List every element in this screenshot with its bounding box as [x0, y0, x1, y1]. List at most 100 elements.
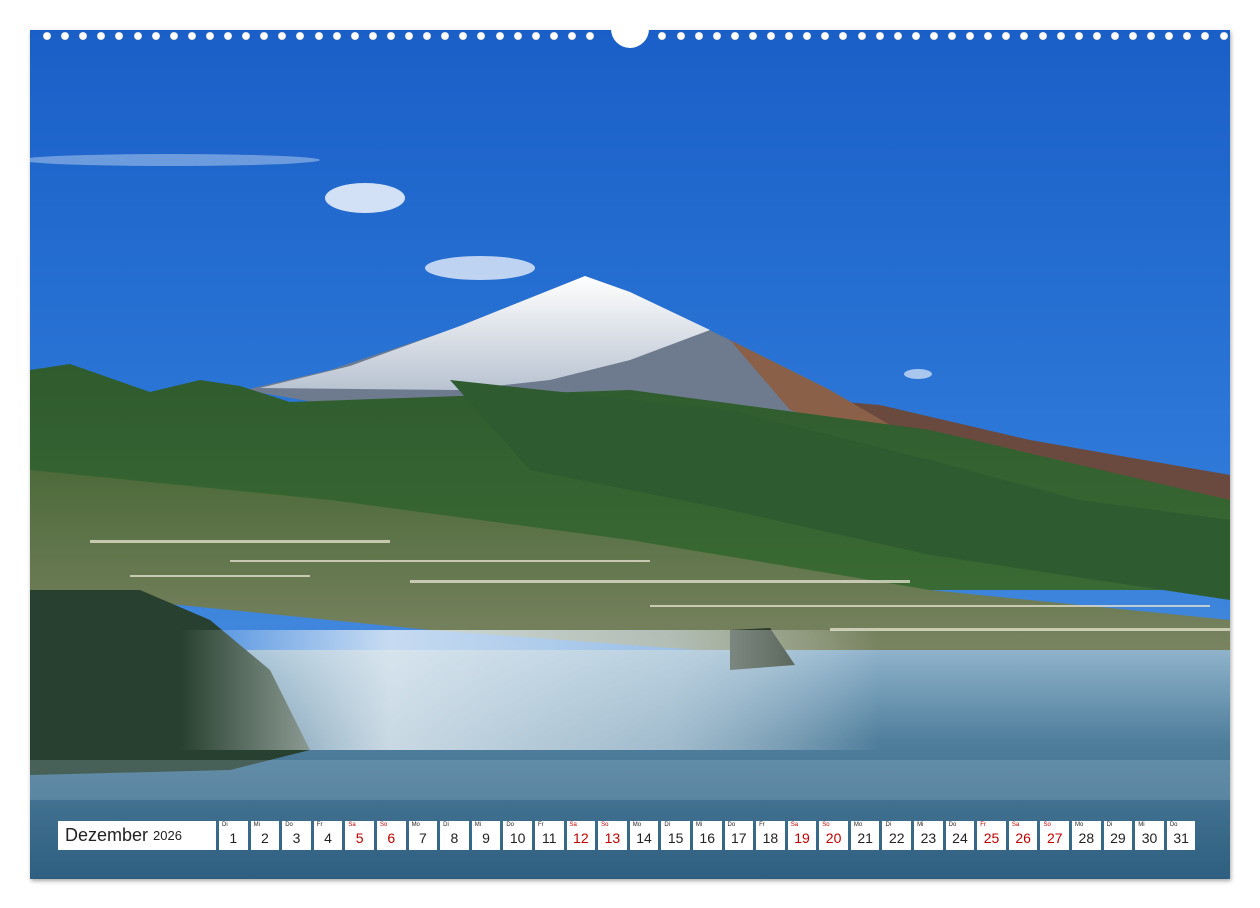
weekday-abbr: Mo: [853, 822, 863, 828]
binding-hole: [1129, 32, 1137, 40]
day-cell: Mi 2: [250, 821, 280, 850]
binding-hole: [658, 32, 667, 40]
weekday-abbr: Mi: [1138, 822, 1145, 828]
day-number: 31: [1173, 830, 1189, 846]
day-number: 10: [509, 830, 526, 846]
weekday-abbr: Di: [1106, 822, 1113, 828]
binding-hole: [133, 32, 142, 40]
day-number: 24: [952, 830, 968, 846]
landscape-photo: [30, 30, 1230, 879]
day-number: 8: [450, 830, 459, 846]
binding-hole: [1056, 32, 1065, 40]
binding-hole: [929, 32, 938, 40]
day-cell: Do 10: [503, 821, 532, 850]
day-number: 22: [888, 830, 905, 846]
weekday-abbr: Sa: [348, 822, 356, 828]
binding-hole: [1020, 32, 1029, 40]
day-number: 4: [324, 830, 332, 846]
binding-hole: [1074, 32, 1083, 40]
day-cell: Di 15: [661, 821, 690, 850]
binding-hole: [1219, 32, 1228, 40]
day-number: 29: [1110, 830, 1126, 846]
binding-hole: [1110, 32, 1119, 40]
day-number: 1: [229, 830, 238, 846]
binding-hole: [1201, 32, 1210, 40]
day-number: 20: [825, 830, 842, 846]
weekday-abbr: Mi: [474, 822, 482, 828]
calendar-strip: Dezember 2026 Di 1 Mi 2 Do 3 Fr 4 Sa 5 So 6 Mo 7 Di 8 Mi…: [58, 821, 1198, 850]
binding-hole: [79, 32, 88, 40]
binding-hole: [224, 32, 232, 40]
binding-hole: [459, 32, 468, 40]
day-cell: So 27: [1040, 821, 1070, 850]
day-cell: So 13: [598, 821, 627, 850]
day-number: 30: [1141, 830, 1158, 846]
binding-hole: [405, 32, 413, 40]
day-cell: Fr 11: [534, 821, 564, 850]
day-number: 19: [794, 830, 810, 846]
day-number: 15: [667, 830, 684, 846]
binding-hole: [495, 32, 504, 40]
binding-hole: [893, 32, 902, 40]
day-number: 18: [762, 830, 779, 846]
binding-hole: [115, 32, 124, 40]
weekday-abbr: Do: [285, 822, 293, 828]
day-cell: Di 1: [219, 821, 248, 850]
day-cell: Fr 25: [977, 821, 1006, 850]
day-cell: Sa 12: [566, 821, 596, 850]
day-number: 9: [482, 830, 490, 846]
binding-hole: [386, 32, 395, 40]
binding-hole: [694, 32, 703, 40]
day-cell: Fr 4: [313, 821, 343, 850]
day-number: 27: [1046, 830, 1063, 846]
binding-hole: [368, 32, 377, 40]
weekday-abbr: Do: [948, 822, 957, 828]
day-cell: Di 29: [1103, 821, 1133, 850]
day-number: 5: [355, 830, 364, 846]
binding-hole: [567, 32, 576, 40]
day-number: 17: [731, 830, 747, 846]
binding-hole: [549, 32, 558, 40]
weekday-abbr: Fr: [759, 822, 765, 828]
weekday-abbr: Do: [506, 822, 515, 828]
day-cell: Mi 23: [914, 821, 943, 850]
weekday-abbr: Do: [727, 822, 736, 828]
binding-hole: [748, 32, 757, 40]
weekday-abbr: Fr: [537, 822, 544, 828]
day-number: 3: [292, 830, 301, 846]
binding-hole: [314, 32, 323, 40]
binding-hole: [423, 32, 432, 40]
binding-hole: [730, 32, 739, 40]
day-cell: So 20: [819, 821, 848, 850]
day-cell: Do 24: [945, 821, 975, 850]
day-number: 23: [920, 830, 937, 846]
binding-hole: [205, 32, 214, 40]
weekday-abbr: Do: [1169, 822, 1178, 828]
binding-hole: [767, 32, 775, 40]
day-cell: Di 8: [440, 821, 469, 850]
day-cell: Sa 26: [1008, 821, 1038, 850]
day-number: 25: [983, 830, 1000, 846]
volcano-scene: [30, 30, 1230, 879]
day-cell: Mo 7: [408, 821, 438, 850]
binding-hole: [296, 32, 305, 40]
day-cell: Mi 9: [471, 821, 501, 850]
binding-hole: [1183, 32, 1192, 40]
weekday-abbr: So: [1043, 822, 1051, 828]
weekday-abbr: Mi: [253, 822, 260, 828]
binding-hole: [839, 32, 848, 40]
day-number: 11: [541, 830, 557, 846]
binding-hole: [821, 32, 830, 40]
day-cell: Mo 14: [629, 821, 659, 850]
weekday-abbr: Sa: [1011, 822, 1020, 828]
day-number: 28: [1078, 830, 1095, 846]
binding-hole: [61, 32, 70, 40]
binding-hole: [169, 32, 178, 40]
weekday-abbr: Sa: [790, 822, 799, 828]
month-name: Dezember: [65, 825, 149, 845]
binding-hole: [1147, 32, 1156, 40]
weekday-abbr: Di: [664, 822, 670, 828]
binding-hole: [1165, 32, 1174, 40]
day-number: 6: [387, 830, 396, 846]
day-number: 26: [1015, 830, 1031, 846]
